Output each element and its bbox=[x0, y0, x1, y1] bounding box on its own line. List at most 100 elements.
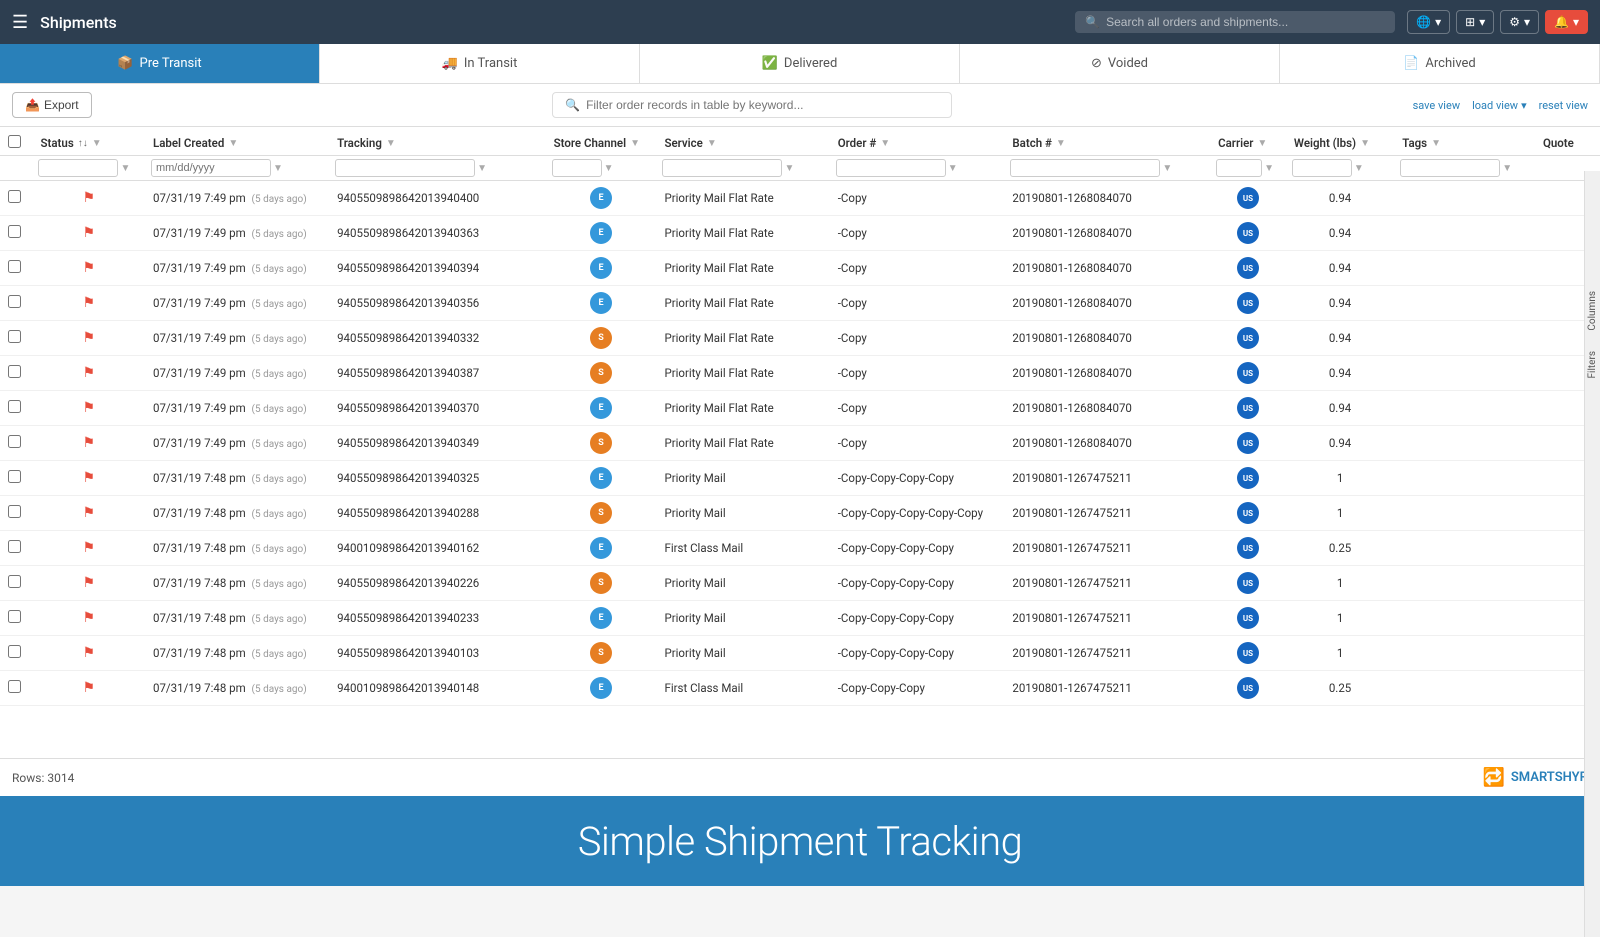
tab-delivered[interactable]: ✅ Delivered bbox=[640, 44, 960, 83]
row-checkbox[interactable] bbox=[8, 295, 21, 308]
row-checkbox[interactable] bbox=[8, 400, 21, 413]
row-checkbox[interactable] bbox=[8, 680, 21, 693]
hamburger-icon[interactable]: ☰ bbox=[12, 12, 28, 33]
service-filter-icon[interactable]: ▼ bbox=[707, 138, 717, 149]
filter-service-col[interactable]: ▼ bbox=[656, 156, 829, 181]
grid-button[interactable]: ⊞ ▾ bbox=[1456, 10, 1494, 34]
save-view-button[interactable]: save view bbox=[1413, 99, 1461, 112]
columns-panel-label[interactable]: Columns bbox=[1587, 291, 1598, 331]
filter-batch-col[interactable]: ▼ bbox=[1004, 156, 1210, 181]
row-checkbox[interactable] bbox=[8, 225, 21, 238]
row-checkbox[interactable] bbox=[8, 330, 21, 343]
row-checkbox-cell[interactable] bbox=[0, 426, 32, 461]
status-sort-icon[interactable]: ↑↓ bbox=[78, 138, 88, 149]
th-order: Order # ▼ bbox=[830, 127, 1005, 156]
label-filter-icon[interactable]: ▼ bbox=[228, 138, 238, 149]
row-checkbox-cell[interactable] bbox=[0, 286, 32, 321]
filter-store-col[interactable]: ▼ bbox=[546, 156, 657, 181]
filter-tracking-col[interactable]: ▼ bbox=[329, 156, 546, 181]
label-filter-toggle-icon[interactable]: ▼ bbox=[273, 163, 283, 174]
reset-view-button[interactable]: reset view bbox=[1539, 99, 1588, 112]
row-checkbox[interactable] bbox=[8, 190, 21, 203]
tags-filter-input[interactable] bbox=[1400, 159, 1500, 177]
filter-carrier-col[interactable]: ▼ bbox=[1210, 156, 1286, 181]
row-checkbox-cell[interactable] bbox=[0, 601, 32, 636]
batch-filter-icon[interactable]: ▼ bbox=[1056, 138, 1066, 149]
carrier-filter-icon[interactable]: ▼ bbox=[1257, 138, 1267, 149]
filters-panel-label[interactable]: Filters bbox=[1587, 351, 1598, 379]
tracking-filter-toggle-icon[interactable]: ▼ bbox=[477, 163, 487, 174]
weight-filter-input[interactable] bbox=[1292, 159, 1352, 177]
row-checkbox-cell[interactable] bbox=[0, 566, 32, 601]
tags-filter-toggle-icon[interactable]: ▼ bbox=[1502, 163, 1512, 174]
row-checkbox-cell[interactable] bbox=[0, 531, 32, 566]
row-checkbox-cell[interactable] bbox=[0, 636, 32, 671]
select-all-checkbox[interactable] bbox=[8, 135, 21, 148]
select-all-col[interactable] bbox=[0, 127, 32, 156]
tracking-number: 9405509898642013940363 bbox=[337, 226, 479, 240]
row-checkbox[interactable] bbox=[8, 470, 21, 483]
row-checkbox[interactable] bbox=[8, 365, 21, 378]
th-tags: Tags ▼ bbox=[1394, 127, 1535, 156]
store-filter-icon[interactable]: ▼ bbox=[630, 138, 640, 149]
global-search-input[interactable] bbox=[1106, 15, 1385, 29]
batch-number: 20190801-1267475211 bbox=[1012, 471, 1132, 485]
batch-filter-input[interactable] bbox=[1010, 159, 1160, 177]
service-filter-toggle-icon[interactable]: ▼ bbox=[784, 163, 794, 174]
row-checkbox-cell[interactable] bbox=[0, 461, 32, 496]
filter-input[interactable] bbox=[586, 98, 939, 112]
label-date-filter-input[interactable] bbox=[151, 159, 271, 177]
export-button[interactable]: 📤 Export bbox=[12, 92, 92, 118]
row-checkbox[interactable] bbox=[8, 435, 21, 448]
load-view-button[interactable]: load view ▾ bbox=[1472, 99, 1527, 112]
service-filter-input[interactable] bbox=[662, 159, 782, 177]
status-filter-toggle-icon[interactable]: ▼ bbox=[120, 163, 130, 174]
filter-tags-col[interactable]: ▼ bbox=[1394, 156, 1535, 181]
filter-label-col[interactable]: ▼ bbox=[145, 156, 329, 181]
order-filter-input[interactable] bbox=[836, 159, 946, 177]
carrier-cell: US bbox=[1210, 496, 1286, 531]
tab-pre-transit[interactable]: 📦 Pre Transit bbox=[0, 44, 320, 83]
tracking-filter-icon[interactable]: ▼ bbox=[386, 138, 396, 149]
order-cell: -Copy bbox=[830, 391, 1005, 426]
row-checkbox[interactable] bbox=[8, 540, 21, 553]
filter-input-wrapper[interactable]: 🔍 bbox=[552, 92, 952, 118]
settings-button[interactable]: ⚙ ▾ bbox=[1500, 10, 1539, 34]
carrier-filter-input[interactable] bbox=[1216, 159, 1262, 177]
row-checkbox[interactable] bbox=[8, 610, 21, 623]
shipments-table-container[interactable]: Status ↑↓ ▼ Label Created ▼ bbox=[0, 127, 1600, 758]
row-checkbox-cell[interactable] bbox=[0, 671, 32, 706]
filter-order-col[interactable]: ▼ bbox=[830, 156, 1005, 181]
status-filter-icon[interactable]: ▼ bbox=[92, 138, 102, 149]
notifications-button[interactable]: 🔔 ▾ bbox=[1545, 10, 1588, 34]
row-checkbox[interactable] bbox=[8, 645, 21, 658]
globe-button[interactable]: 🌐 ▾ bbox=[1407, 10, 1450, 34]
tracking-filter-input[interactable] bbox=[335, 159, 475, 177]
carrier-filter-toggle-icon[interactable]: ▼ bbox=[1264, 163, 1274, 174]
order-filter-toggle-icon[interactable]: ▼ bbox=[948, 163, 958, 174]
tab-archived[interactable]: 📄 Archived bbox=[1280, 44, 1600, 83]
row-checkbox-cell[interactable] bbox=[0, 496, 32, 531]
weight-filter-icon[interactable]: ▼ bbox=[1360, 138, 1370, 149]
tab-voided[interactable]: ⊘ Voided bbox=[960, 44, 1280, 83]
batch-filter-toggle-icon[interactable]: ▼ bbox=[1162, 163, 1172, 174]
row-checkbox[interactable] bbox=[8, 575, 21, 588]
row-checkbox-cell[interactable] bbox=[0, 321, 32, 356]
row-checkbox-cell[interactable] bbox=[0, 216, 32, 251]
row-checkbox[interactable] bbox=[8, 260, 21, 273]
row-checkbox-cell[interactable] bbox=[0, 251, 32, 286]
row-checkbox[interactable] bbox=[8, 505, 21, 518]
row-checkbox-cell[interactable] bbox=[0, 356, 32, 391]
filter-weight-col[interactable]: ▼ bbox=[1286, 156, 1394, 181]
order-filter-icon[interactable]: ▼ bbox=[880, 138, 890, 149]
store-filter-toggle-icon[interactable]: ▼ bbox=[604, 163, 614, 174]
filter-status-col[interactable]: ▼ bbox=[32, 156, 145, 181]
status-filter-input[interactable] bbox=[38, 159, 118, 177]
global-search-bar[interactable]: 🔍 bbox=[1075, 11, 1395, 33]
row-checkbox-cell[interactable] bbox=[0, 391, 32, 426]
weight-filter-toggle-icon[interactable]: ▼ bbox=[1354, 163, 1364, 174]
store-filter-input[interactable] bbox=[552, 159, 602, 177]
tags-filter-icon[interactable]: ▼ bbox=[1431, 138, 1441, 149]
row-checkbox-cell[interactable] bbox=[0, 181, 32, 216]
tab-in-transit[interactable]: 🚚 In Transit bbox=[320, 44, 640, 83]
